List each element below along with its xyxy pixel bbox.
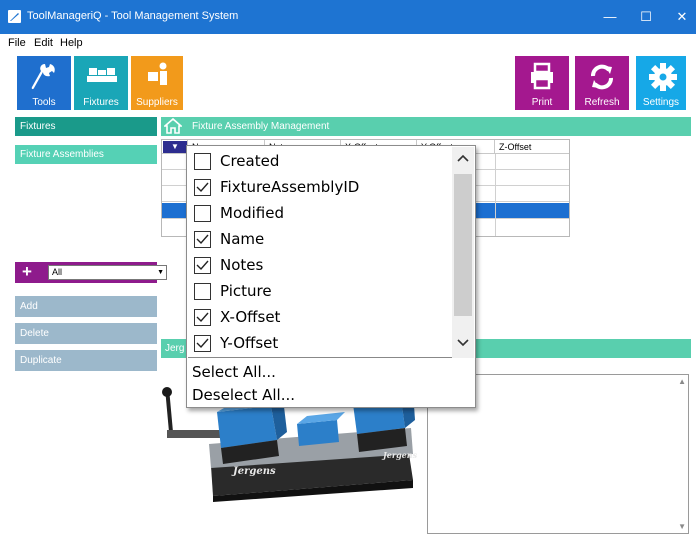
scroll-up-icon[interactable]: ▲ — [678, 377, 686, 386]
chevron-up-icon[interactable] — [457, 154, 469, 162]
app-icon — [8, 10, 21, 23]
current-row-icon: ▷ — [165, 206, 172, 216]
menu-file[interactable]: File — [8, 37, 26, 49]
filter-select[interactable]: All ▼ — [48, 265, 167, 280]
checkbox-checked[interactable] — [194, 231, 211, 248]
title-bar: ToolManageriQ - Tool Management System —… — [0, 0, 696, 34]
checkbox-checked[interactable] — [194, 309, 211, 326]
maximize-button[interactable]: ☐ — [626, 0, 666, 34]
filter-icon[interactable]: ▼ — [163, 141, 187, 153]
suppliers-button[interactable]: Suppliers — [131, 56, 183, 110]
chevron-down-icon[interactable] — [457, 339, 469, 347]
column-option-created[interactable]: Created — [190, 149, 452, 175]
column-option-picture[interactable]: Picture — [190, 279, 452, 305]
tools-button[interactable]: Tools — [17, 56, 71, 110]
column-option-x-offset[interactable]: X-Offset — [190, 305, 452, 331]
chevron-down-icon: ▼ — [157, 269, 164, 276]
column-divider — [495, 154, 496, 236]
grid-corner: ▼ — [162, 140, 188, 154]
scroll-down-icon[interactable]: ▼ — [678, 522, 686, 531]
filter-bar: + All ▼ — [15, 262, 167, 283]
checkbox-checked[interactable] — [194, 179, 211, 196]
wrench-icon — [31, 64, 55, 90]
column-option-name[interactable]: Name — [190, 227, 452, 253]
section-header: Fixture Assembly Management — [161, 117, 691, 136]
brand-plate: Jergens — [381, 450, 418, 460]
add-filter-icon[interactable]: + — [22, 263, 32, 281]
duplicate-button[interactable]: Duplicate — [15, 350, 157, 371]
select-all-button[interactable]: Select All... — [192, 363, 276, 381]
sidebar-item-fixtures[interactable]: Fixtures — [15, 117, 157, 136]
gear-icon — [649, 63, 677, 91]
settings-button[interactable]: Settings — [636, 56, 686, 110]
add-button[interactable]: Add — [15, 296, 157, 317]
menu-edit[interactable]: Edit — [34, 37, 53, 49]
row-header: ▷ — [162, 154, 188, 236]
scrollbar[interactable] — [452, 147, 474, 358]
deselect-all-button[interactable]: Deselect All... — [192, 386, 295, 404]
column-option-notes[interactable]: Notes — [190, 253, 452, 279]
window-title: ToolManageriQ - Tool Management System — [27, 10, 239, 22]
scrollbar-thumb[interactable] — [454, 174, 472, 316]
home-icon[interactable] — [164, 118, 182, 134]
checkbox-checked[interactable] — [194, 335, 211, 352]
delete-button[interactable]: Delete — [15, 323, 157, 344]
column-chooser-popup: Created FixtureAssemblyID Modified Name … — [186, 145, 476, 408]
section-title: Fixture Assembly Management — [192, 121, 330, 132]
column-option-modified[interactable]: Modified — [190, 201, 452, 227]
refresh-icon — [591, 64, 613, 90]
brand-plate: Jergens — [231, 466, 276, 477]
column-option-fixtureassemblyid[interactable]: FixtureAssemblyID — [190, 175, 452, 201]
checkbox[interactable] — [194, 283, 211, 300]
column-header[interactable]: Z-Offset — [495, 140, 569, 154]
sidebar-item-fixture-assemblies[interactable]: Fixture Assemblies — [15, 145, 157, 164]
column-option-y-offset[interactable]: Y-Offset — [190, 331, 452, 357]
print-button[interactable]: Print — [515, 56, 569, 110]
column-list: Created FixtureAssemblyID Modified Name … — [188, 147, 474, 358]
fixtures-button[interactable]: Fixtures — [74, 56, 128, 110]
minimize-button[interactable]: — — [590, 0, 630, 34]
menu-help[interactable]: Help — [60, 37, 83, 49]
refresh-button[interactable]: Refresh — [575, 56, 629, 110]
checkbox[interactable] — [194, 205, 211, 222]
close-button[interactable]: ✕ — [662, 0, 696, 34]
checkbox-checked[interactable] — [194, 257, 211, 274]
menu-bar: File Edit Help — [0, 34, 696, 52]
supplier-icon — [148, 62, 167, 85]
vise-icon — [87, 68, 117, 82]
printer-icon — [531, 62, 553, 90]
checkbox[interactable] — [194, 153, 211, 170]
